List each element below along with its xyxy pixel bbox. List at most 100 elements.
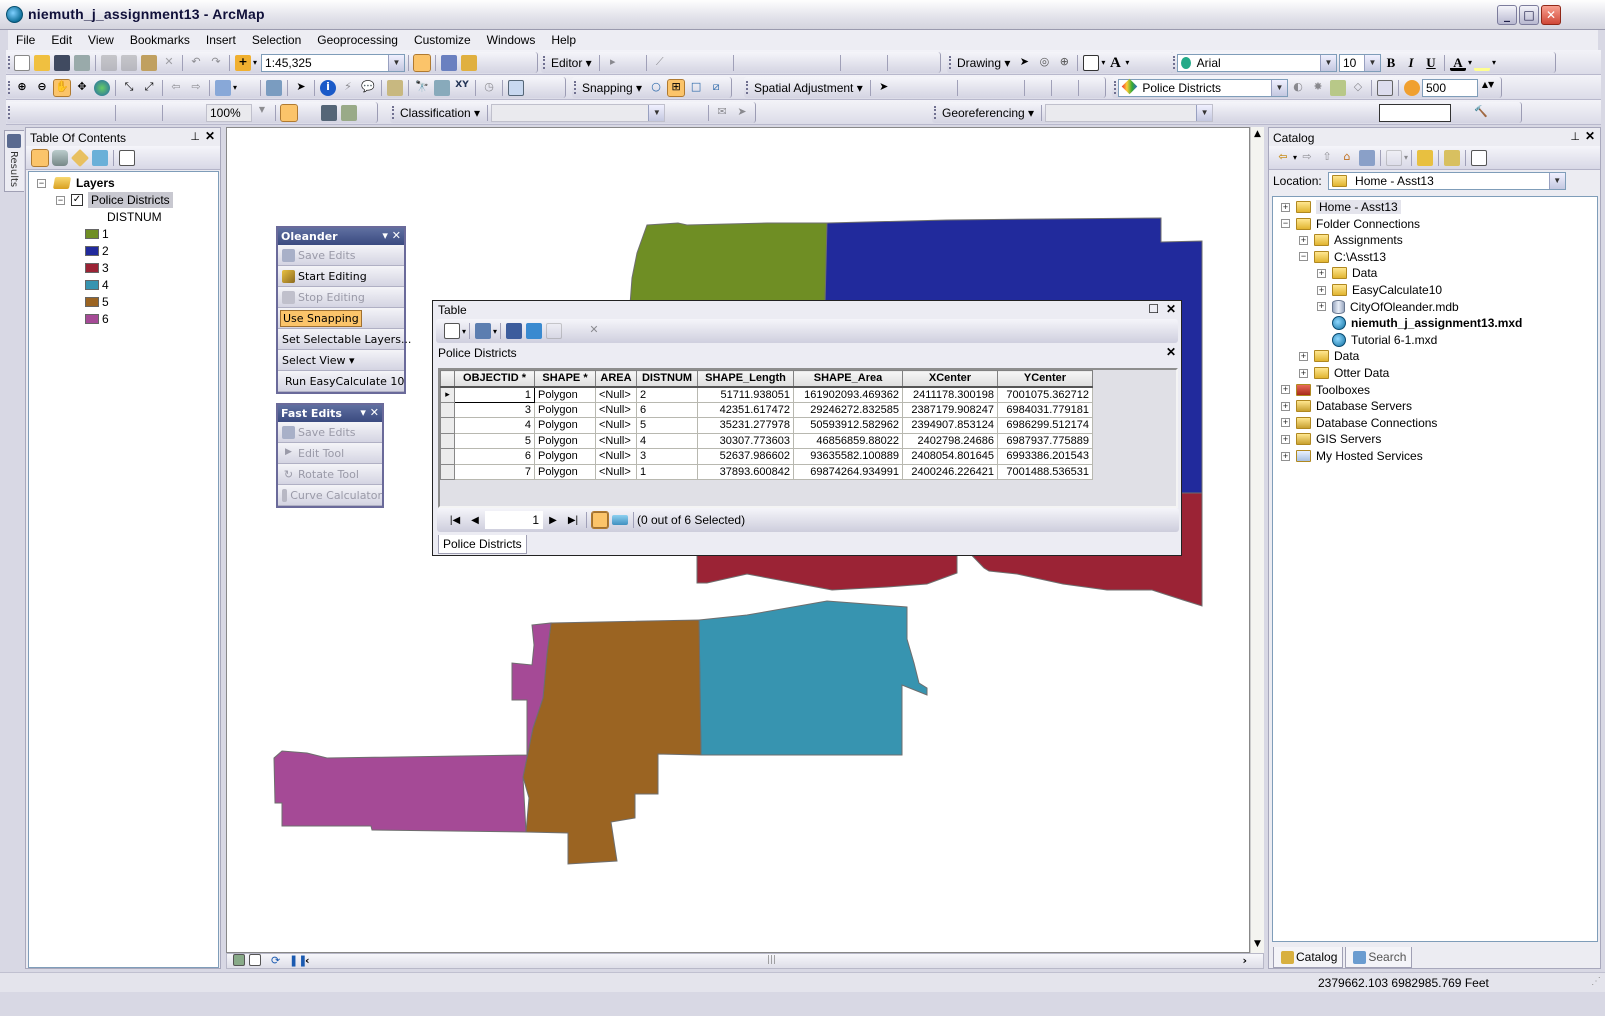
layer-combo[interactable]: Police Districts ▼ <box>1118 78 1288 97</box>
table-window-titlebar[interactable]: Table ☐ ✕ <box>433 301 1181 319</box>
catalog-tree-item[interactable]: + Data <box>1299 349 1359 363</box>
menu-edit[interactable]: Edit <box>43 33 80 47</box>
cell-shape-area[interactable]: 46856859.88022 <box>793 432 903 449</box>
catalog-tree-item[interactable]: + Otter Data <box>1299 366 1389 380</box>
expand-toggle[interactable]: + <box>1281 401 1290 411</box>
transparency-icon[interactable]: ◇ <box>1350 80 1366 96</box>
chevron-down-icon[interactable]: ▼ <box>1271 79 1287 96</box>
cut-polygons-icon[interactable] <box>799 55 815 71</box>
back-extent-icon[interactable]: ⇦ <box>168 80 184 96</box>
zoom-whole-page-icon[interactable]: ⊕ <box>1056 55 1072 71</box>
expand-toggle[interactable]: + <box>1299 351 1308 361</box>
edit-tool-icon[interactable]: ▸ <box>605 55 621 71</box>
view-link-table-georef-icon[interactable] <box>1335 105 1351 121</box>
inspect-icon[interactable] <box>1453 105 1469 121</box>
cell-objectid[interactable]: 7 <box>454 463 535 480</box>
zoom-whole-page-layout-icon[interactable] <box>74 105 90 121</box>
fixed-zoom-in-icon[interactable]: ⤡ <box>121 80 137 96</box>
row-selector-header[interactable] <box>440 370 455 388</box>
cell-distnum[interactable]: 1 <box>636 463 698 480</box>
cell-ycenter[interactable]: 6986299.512174 <box>997 417 1093 434</box>
zoom-100-icon[interactable] <box>94 105 110 121</box>
minimize-button[interactable]: _ <box>1497 5 1517 25</box>
forward-extent-layout-icon[interactable] <box>188 105 204 121</box>
tab-catalog[interactable]: Catalog <box>1273 947 1344 968</box>
cell-ycenter[interactable]: 7001488.536531 <box>997 463 1093 480</box>
refresh-icon[interactable]: ⟳ <box>271 954 280 967</box>
rotate-element-icon[interactable]: ◎ <box>1036 55 1052 71</box>
catalog-tree-item[interactable]: + CityOfOleander.mdb <box>1317 299 1459 314</box>
font-size-combo[interactable]: 10 ▼ <box>1339 53 1381 72</box>
create-features-icon[interactable] <box>893 55 909 71</box>
cell-shape-length[interactable]: 37893.600842 <box>697 463 794 480</box>
location-combo[interactable]: Home - Asst13 ▼ <box>1327 172 1566 190</box>
catalog-tree-item[interactable]: + EasyCalculate10 <box>1317 283 1442 297</box>
cell-shape-area[interactable]: 93635582.100889 <box>793 448 903 465</box>
chevron-down-icon[interactable]: ▼ <box>1364 54 1380 71</box>
redo-icon[interactable]: ↷ <box>208 55 224 71</box>
vertex-snapping-icon[interactable]: □ <box>688 80 704 96</box>
hammer-icon[interactable]: 🔨 <box>1473 105 1489 121</box>
expand-toggle[interactable]: + <box>1299 235 1308 245</box>
view-link-table-icon[interactable] <box>1030 80 1046 96</box>
measure-icon[interactable] <box>387 79 404 96</box>
new-displacement-link-icon[interactable] <box>896 80 912 96</box>
scroll-left-icon[interactable]: ‹ <box>305 954 310 967</box>
contrast-icon[interactable]: ◐ <box>1290 80 1306 96</box>
fast-edits-toolbar-header[interactable]: Fast Edits ▾ ✕ <box>278 405 382 422</box>
end-point-arc-icon[interactable] <box>672 55 688 71</box>
attribute-transfer-icon[interactable] <box>1084 80 1100 96</box>
fast-edits-curve-calculator-button[interactable]: Curve Calculator <box>278 485 382 506</box>
chevron-down-icon[interactable]: ▾ <box>462 327 466 336</box>
district-1-polygon[interactable] <box>629 222 828 306</box>
oleander-use-snapping-button[interactable]: Use Snapping <box>278 308 404 329</box>
fixed-zoom-out-layout-icon[interactable] <box>141 105 157 121</box>
classification-combo[interactable]: ▼ <box>491 103 666 122</box>
layout-zoom-out-icon[interactable] <box>34 105 50 121</box>
cell-shape-length[interactable]: 35231.277978 <box>697 417 794 434</box>
police-districts-label[interactable]: Police Districts <box>88 192 173 208</box>
italic-button[interactable]: I <box>1403 55 1419 71</box>
cut-icon[interactable] <box>101 54 117 71</box>
straight-segment-icon[interactable]: ⟋ <box>652 55 668 71</box>
zoom-to-link-icon[interactable] <box>1275 105 1291 121</box>
reshape-icon[interactable] <box>759 55 775 71</box>
find-binoculars-icon[interactable]: 🔭 <box>414 80 430 96</box>
cell-objectid[interactable]: 1 <box>454 386 535 403</box>
table-of-contents-icon[interactable] <box>441 54 458 71</box>
full-extent-icon[interactable]: ✥ <box>74 80 90 96</box>
delete-link-icon[interactable] <box>1295 105 1311 121</box>
fast-edits-edit-tool-button[interactable]: ▶ Edit Tool <box>278 443 382 464</box>
edit-vertices-drawing-icon[interactable] <box>1131 55 1147 71</box>
options-icon[interactable] <box>119 149 135 166</box>
copy-icon[interactable] <box>121 54 137 71</box>
undo-icon[interactable]: ↶ <box>188 55 204 71</box>
time-slider-icon[interactable]: ◷ <box>481 80 497 96</box>
cell-distnum[interactable]: 2 <box>636 386 698 403</box>
collapse-toggle[interactable]: − <box>56 195 65 205</box>
oleander-save-edits-button[interactable]: Save Edits <box>278 245 404 266</box>
cell-xcenter[interactable]: 2408054.801645 <box>902 448 998 465</box>
cell-shape-length[interactable]: 30307.773603 <box>697 432 794 449</box>
table-row[interactable]: 6 Polygon <Null> 3 52637.986602 93635582.1008… <box>440 448 1093 465</box>
catalog-tree-item[interactable]: − C:\Asst13 <box>1299 250 1386 264</box>
clear-limited-adjust-icon[interactable] <box>1003 80 1019 96</box>
data-driven-pages-icon[interactable] <box>341 104 357 121</box>
list-by-drawing-order-icon[interactable] <box>31 148 49 167</box>
catalog-tree-item[interactable]: + Toolboxes <box>1281 383 1370 397</box>
pin-icon[interactable]: ⊥ <box>1570 130 1580 143</box>
sketch-properties-icon[interactable] <box>866 55 882 71</box>
results-side-tab[interactable]: Results <box>4 130 24 192</box>
chevron-down-icon[interactable]: ▼ <box>1548 173 1565 189</box>
point-snapping-icon[interactable]: ○ <box>648 80 664 96</box>
pin-icon[interactable]: ⊥ <box>190 130 200 143</box>
back-extent-layout-icon[interactable] <box>168 105 184 121</box>
catalog-tree-item[interactable]: + Data <box>1317 266 1377 280</box>
select-elements-map-icon[interactable] <box>266 79 283 96</box>
show-selected-records-icon[interactable] <box>612 515 628 525</box>
chevron-down-icon[interactable]: ▼ <box>648 104 665 121</box>
menu-customize[interactable]: Customize <box>406 33 479 47</box>
rotate-georef-icon[interactable] <box>1355 105 1371 121</box>
expand-toggle[interactable]: + <box>1317 268 1326 278</box>
menu-geoprocessing[interactable]: Geoprocessing <box>309 33 406 47</box>
